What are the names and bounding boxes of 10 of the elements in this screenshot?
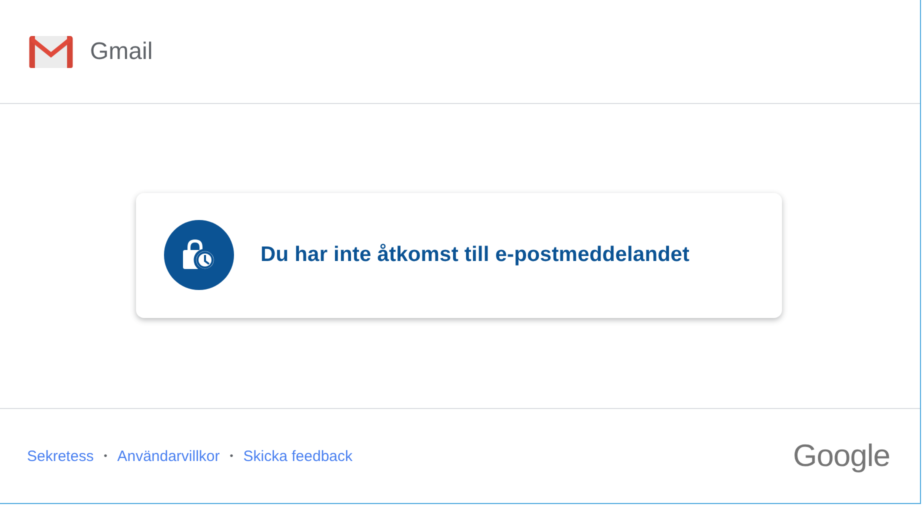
google-logo: Google <box>793 438 890 474</box>
app-name: Gmail <box>90 38 153 66</box>
footer-link[interactable]: Sekretess <box>27 448 94 464</box>
separator-dot: • <box>230 450 234 462</box>
message-text: Du har inte åtkomst till e-postmeddelandet <box>260 243 690 267</box>
separator-dot: • <box>104 450 108 462</box>
gmail-logo-icon <box>28 34 74 68</box>
footer-link[interactable]: Skicka feedback <box>243 448 353 464</box>
footer-link[interactable]: Användarvillkor <box>117 448 220 464</box>
lock-clock-icon <box>164 220 234 290</box>
